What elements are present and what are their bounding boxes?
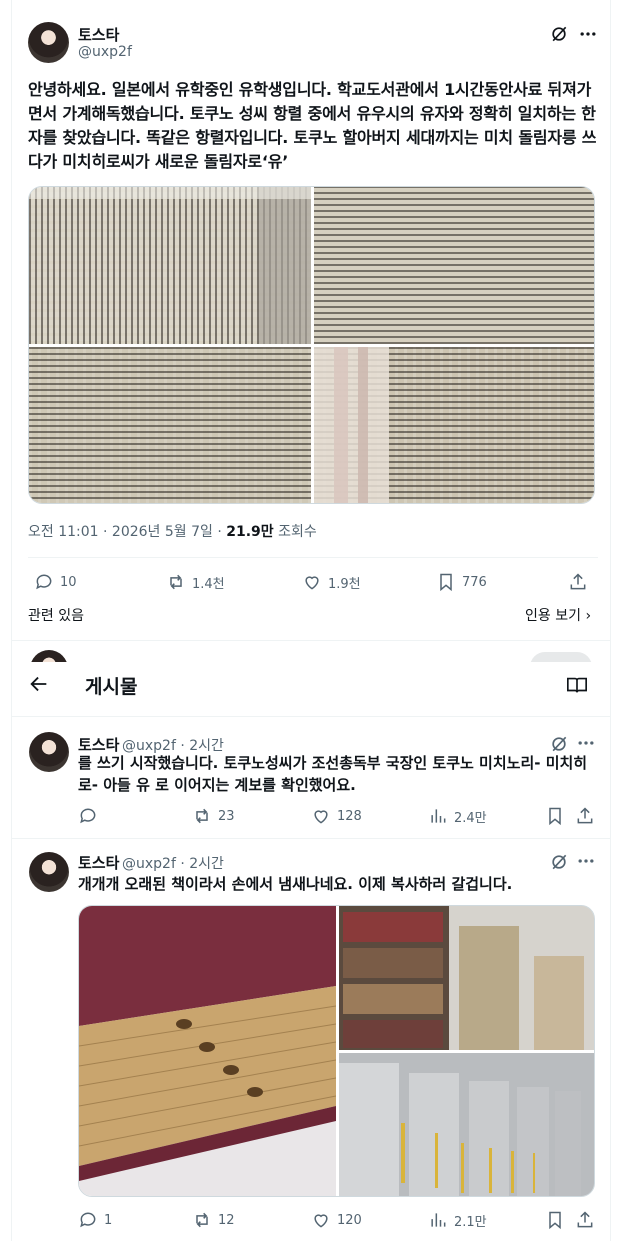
grok-icon[interactable] — [549, 734, 569, 754]
author-name[interactable]: 토스타 — [78, 24, 119, 45]
divider — [28, 557, 598, 558]
views-icon — [431, 809, 446, 823]
view-quotes-label: 인용 보기 — [525, 608, 581, 624]
reply-button[interactable] — [78, 806, 104, 826]
views-count: 2.1만 — [454, 1214, 487, 1230]
bookmark-icon — [440, 573, 452, 592]
more-icon[interactable] — [578, 24, 598, 44]
tweet-text: 안녕하세요. 일본에서 유학중인 유학생입니다. 학교도서관에서 1시간동안사료… — [28, 80, 597, 171]
tweet-time[interactable]: 오전 11:01 · 2026년 5월 7일 · — [28, 524, 226, 540]
reply-text: 개개개 오래된 책이라서 손에서 냄새나네요. 이제 복사하러 갈겁니다. — [78, 875, 513, 893]
book-edge-shape — [314, 347, 389, 503]
open-book-shape — [29, 187, 311, 344]
repost-icon — [196, 808, 208, 824]
share-button[interactable] — [575, 806, 595, 826]
media-photo-3[interactable] — [29, 347, 311, 503]
reply-text: 를 쓰기 시작했습니다. 토쿠노성씨가 조선총독부 국장인 토쿠노 미치노리- … — [78, 754, 588, 794]
repost-button[interactable]: 12 — [192, 1210, 235, 1230]
more-icon[interactable] — [576, 733, 596, 753]
reply-icon — [80, 1212, 96, 1228]
author-handle[interactable]: @uxp2f — [78, 44, 132, 60]
bookmark-button[interactable] — [545, 806, 565, 826]
repost-count: 12 — [218, 1212, 235, 1228]
reply-button[interactable]: 10 — [34, 572, 77, 592]
reply-author-name[interactable]: 토스타 — [78, 852, 119, 873]
media-photo-2[interactable] — [314, 187, 594, 344]
reply-media-grid[interactable] — [78, 905, 595, 1197]
divider — [12, 640, 610, 641]
tweet-timestamp[interactable]: 오전 11:01 · 2026년 5월 7일 · 21.9만 조회수 — [28, 521, 317, 541]
like-count: 120 — [337, 1212, 362, 1228]
bookmark-count: 776 — [462, 574, 487, 590]
views-button[interactable]: 2.4만 — [428, 806, 487, 826]
related-link[interactable]: 관련 있음 — [28, 605, 84, 625]
reply-meta[interactable]: @uxp2f · 2시간 — [122, 853, 224, 873]
media-photo-compact-shelving[interactable] — [339, 1053, 594, 1196]
reply-button[interactable]: 1 — [78, 1210, 112, 1230]
old-book-shape — [79, 906, 336, 1181]
like-button[interactable]: 1.9천 — [302, 572, 361, 592]
like-count: 128 — [337, 808, 362, 824]
heart-icon — [314, 1214, 328, 1228]
reader-icon[interactable] — [566, 674, 588, 696]
share-button[interactable] — [568, 572, 588, 592]
heart-icon — [314, 810, 328, 824]
bookmark-button[interactable] — [545, 1210, 565, 1230]
share-icon — [570, 573, 586, 590]
share-icon — [577, 807, 593, 824]
view-count-label: 조회수 — [273, 524, 317, 540]
like-count: 1.9천 — [328, 576, 361, 592]
like-button[interactable]: 128 — [311, 806, 362, 826]
share-button[interactable] — [575, 1210, 595, 1230]
reply-icon — [36, 574, 52, 590]
media-photo-1[interactable] — [29, 187, 311, 344]
view-quotes-link[interactable]: 인용 보기 › — [525, 605, 591, 625]
reply-count: 10 — [60, 574, 77, 590]
more-icon[interactable] — [576, 851, 596, 871]
like-button[interactable]: 120 — [311, 1210, 362, 1230]
avatar[interactable] — [28, 22, 69, 63]
repost-count: 23 — [218, 808, 235, 824]
repost-button[interactable]: 23 — [192, 806, 235, 826]
views-button[interactable]: 2.1만 — [428, 1210, 487, 1230]
views-count: 2.4만 — [454, 810, 487, 826]
bookmark-icon — [549, 1211, 561, 1230]
grok-icon[interactable] — [549, 852, 569, 872]
reply-count: 1 — [104, 1212, 113, 1228]
share-icon — [577, 1211, 593, 1228]
grok-icon[interactable] — [549, 24, 569, 44]
repost-count: 1.4천 — [192, 576, 225, 592]
shelves-shape — [339, 906, 594, 1050]
avatar[interactable] — [29, 732, 69, 772]
media-photo-library-shelves[interactable] — [339, 906, 594, 1050]
back-arrow-icon[interactable] — [28, 673, 50, 695]
divider — [12, 716, 610, 717]
tweet-media-grid[interactable] — [28, 186, 595, 504]
view-count: 21.9만 — [226, 524, 274, 540]
repost-button[interactable]: 1.4천 — [166, 572, 225, 592]
views-icon — [431, 1213, 446, 1227]
repost-icon — [196, 1212, 208, 1228]
repost-icon — [170, 574, 182, 590]
main-tweet-header: 토스타 @uxp2f — [28, 22, 598, 66]
page-title: 게시물 — [85, 676, 138, 698]
reply-icon — [80, 808, 96, 824]
media-photo-4[interactable] — [314, 347, 594, 503]
bookmark-button[interactable]: 776 — [436, 572, 487, 592]
compact-shelving-shape — [339, 1053, 594, 1196]
heart-icon — [305, 576, 319, 590]
bookmark-icon — [549, 807, 561, 826]
chevron-right-icon: › — [585, 608, 592, 624]
avatar[interactable] — [29, 852, 69, 892]
divider — [12, 838, 610, 839]
media-photo-book-edge[interactable] — [79, 906, 336, 1196]
